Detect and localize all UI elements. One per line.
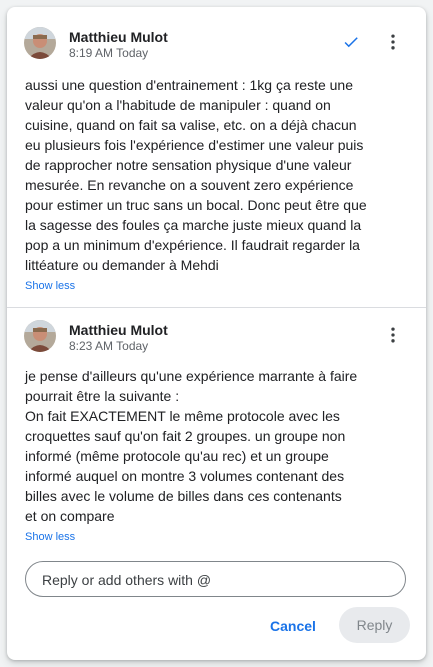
comment-line: pour estimer un truc sans un bocal. Donc… — [25, 197, 367, 213]
comment-line: mesurée. En revanche on a souvent zero e… — [25, 177, 354, 193]
more-options-button[interactable] — [377, 319, 409, 351]
comment-thread-card: Matthieu Mulot 8:19 AM Today aussi une q… — [7, 7, 426, 660]
comment-author: Matthieu Mulot — [69, 29, 168, 45]
resolve-button[interactable] — [335, 26, 367, 58]
comment-body: je pense d'ailleurs qu'une expérience ma… — [25, 366, 410, 526]
comment-line: la sagesse des foules ça marche juste mi… — [25, 217, 362, 233]
comment-line: et on compare — [25, 508, 115, 524]
comment-line: billes avec le volume de billes dans ces… — [25, 488, 342, 504]
comment-body: aussi une question d'entrainement : 1kg … — [25, 75, 410, 275]
reply-field[interactable] — [25, 561, 406, 598]
more-vert-icon — [391, 327, 395, 343]
comment-line: aussi une question d'entrainement : 1kg … — [25, 77, 353, 93]
comment-line: On fait EXACTEMENT le même protocole ave… — [25, 408, 340, 424]
comment-line: je pense d'ailleurs qu'une expérience ma… — [25, 368, 358, 384]
show-less-link[interactable]: Show less — [25, 280, 75, 292]
comment-line: informé auquel on montre 3 volumes conte… — [25, 468, 345, 484]
comment-line: de rapprocher notre sensation physique d… — [25, 157, 352, 173]
comment-timestamp: 8:23 AM Today — [69, 339, 149, 353]
comment-line: pop a un minimum d'expérience. Il faudra… — [25, 237, 360, 253]
comment-line: valeur qu'on a l'habitude de manipuler :… — [25, 97, 331, 113]
avatar[interactable] — [24, 27, 56, 59]
comment-line: cuisine, quand on fait sa valise, etc. o… — [25, 117, 357, 133]
comment-divider — [7, 307, 426, 308]
check-icon — [344, 37, 358, 48]
more-options-button[interactable] — [377, 26, 409, 58]
comment-line: croquettes sauf qu'on fait 2 groupes. un… — [25, 428, 346, 444]
reply-button[interactable]: Reply — [339, 607, 410, 643]
avatar[interactable] — [24, 320, 56, 352]
comment-line: eu plusieurs fois l'expérience d'estimer… — [25, 137, 364, 153]
comment-author: Matthieu Mulot — [69, 322, 168, 338]
comment-line: pourrait être la suivante : — [25, 388, 180, 404]
reply-input[interactable] — [40, 562, 394, 598]
comment-line: informé (même protocole qu'au rec) et un… — [25, 448, 329, 464]
comment-line: littéature ou demander à Mehdi — [25, 257, 219, 273]
comment-timestamp: 8:19 AM Today — [69, 46, 149, 60]
more-vert-icon — [391, 34, 395, 50]
show-less-link[interactable]: Show less — [25, 531, 75, 543]
cancel-button[interactable]: Cancel — [259, 609, 327, 643]
